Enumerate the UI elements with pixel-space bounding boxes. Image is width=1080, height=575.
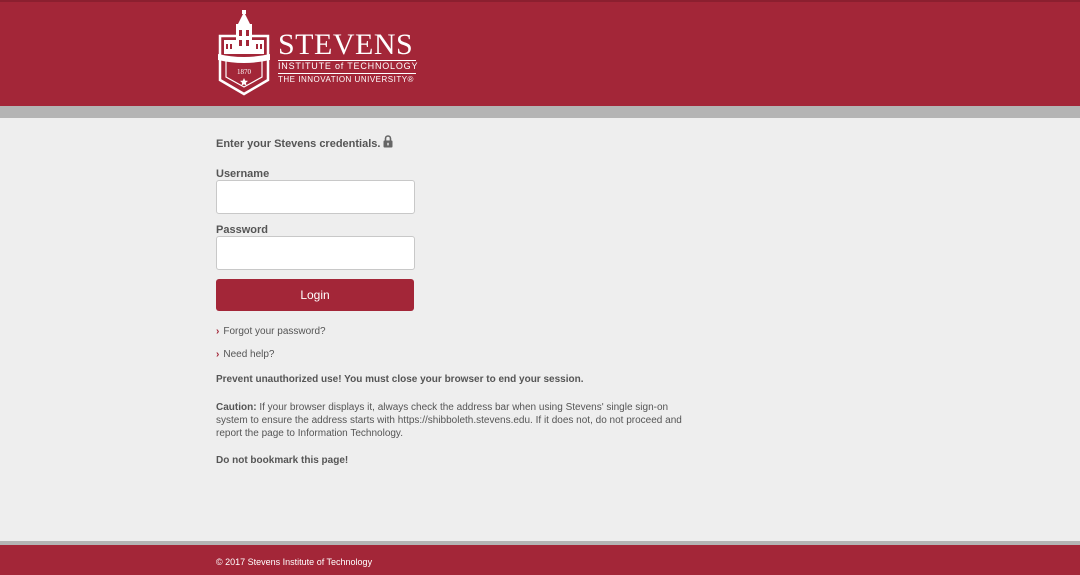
site-footer: © 2017 Stevens Institute of Technology [0, 541, 1080, 575]
chevron-right-icon: › [216, 349, 220, 360]
site-header: 1870 STEVENS INSTITUTE of TECHNOLOGY THE… [0, 0, 1080, 106]
brand-rule-bottom [278, 73, 416, 74]
caution-text: If your browser displays it, always chec… [216, 402, 682, 439]
password-label: Password [216, 224, 268, 236]
forgot-password-text[interactable]: Forgot your password? [223, 326, 325, 337]
password-input[interactable] [216, 236, 415, 270]
chevron-right-icon: › [216, 326, 220, 337]
forgot-password-link[interactable]: › Forgot your password? [216, 326, 326, 337]
brand-tagline: THE INNOVATION UNIVERSITY® [278, 75, 414, 84]
login-button[interactable]: Login [216, 279, 414, 311]
lock-icon [383, 135, 393, 148]
credentials-prompt: Enter your Stevens credentials. [216, 138, 381, 150]
need-help-link[interactable]: › Need help? [216, 349, 275, 360]
need-help-text[interactable]: Need help? [223, 349, 274, 360]
copyright-text: © 2017 Stevens Institute of Technology [216, 557, 373, 567]
caution-notice: Caution: If your browser displays it, al… [216, 401, 686, 440]
username-label: Username [216, 168, 270, 180]
session-warning: Prevent unauthorized use! You must close… [216, 374, 584, 385]
username-input[interactable] [216, 180, 415, 214]
bookmark-warning: Do not bookmark this page! [216, 455, 349, 466]
brand-name: STEVENS [278, 28, 414, 61]
caution-label: Caution: [216, 402, 257, 413]
header-divider [0, 106, 1080, 118]
stevens-logo[interactable]: 1870 STEVENS INSTITUTE of TECHNOLOGY THE… [216, 10, 426, 98]
seal-year-text: 1870 [237, 68, 252, 76]
stevens-seal-icon: 1870 [218, 10, 270, 96]
brand-subtitle: INSTITUTE of TECHNOLOGY [278, 61, 419, 71]
